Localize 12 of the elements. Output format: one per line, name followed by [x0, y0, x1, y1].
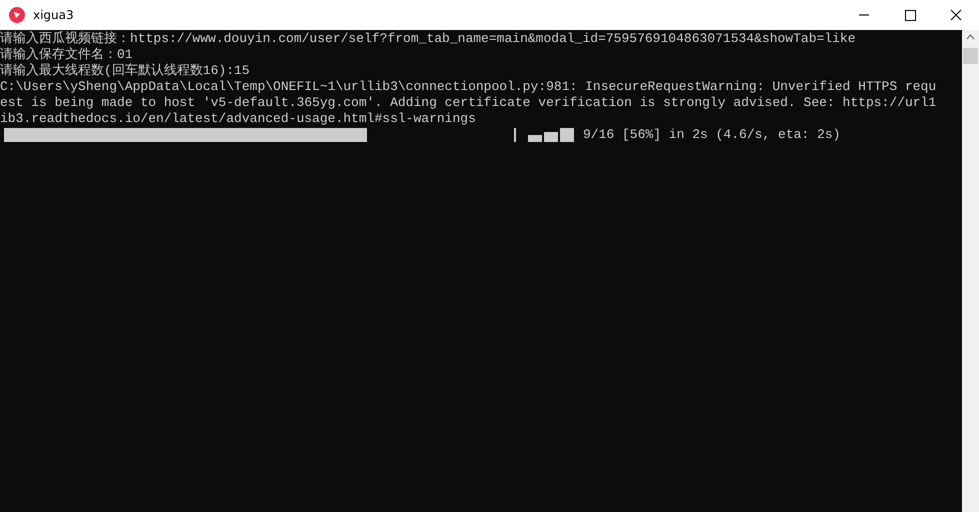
window-title: xigua3	[33, 8, 74, 22]
console-line: 请输入最大线程数(回车默认线程数16):15	[0, 63, 251, 79]
console-line: est is being made to host 'v5-default.365yg.com'. Adding certificate verification is strongly advised. See: https://url1	[0, 95, 938, 111]
console-line: C:\Users\ySheng\AppData\Local\Temp\ONEFIL~1\urllib3\connectionpool.py:981: InsecureRequestWarning: Unverified HTTPS requ	[0, 79, 938, 95]
console-line: 请输入保存文件名：01	[0, 47, 134, 63]
spinner-bars-icon	[528, 128, 574, 142]
app-icon	[8, 6, 26, 24]
scrollbar-thumb[interactable]	[963, 48, 978, 64]
console-line: 请输入西瓜视频链接：https://www.douyin.com/user/self?from_tab_name=main&modal_id=7595769104863071534&showTab=like	[0, 31, 857, 47]
scrollbar[interactable]	[962, 30, 979, 512]
console-line: ib3.readthedocs.io/en/latest/advanced-usage.html#ssl-warnings	[0, 111, 477, 127]
progress-status: 9/16 [56%] in 2s (4.6/s, eta: 2s)	[583, 127, 840, 143]
